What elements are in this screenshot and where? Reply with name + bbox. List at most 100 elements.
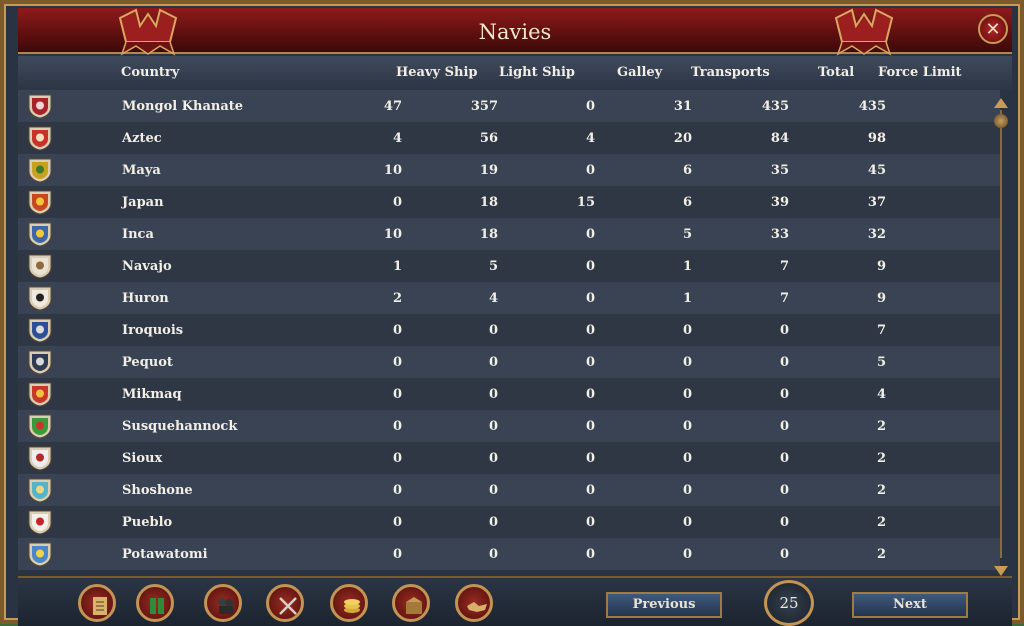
trade-goods-icon (406, 597, 422, 614)
right-banner-ornament (834, 8, 894, 56)
country-shield-icon[interactable] (28, 382, 52, 407)
crossed-swords-button[interactable] (266, 584, 304, 622)
light-ship-cell: 0 (488, 483, 498, 498)
force-limit-cell: 7 (876, 323, 886, 338)
table-row[interactable]: Susquehannock 0 0 0 0 0 2 (18, 410, 1000, 442)
flags-button[interactable] (136, 584, 174, 622)
total-cell: 0 (779, 419, 789, 434)
force-limit-cell: 32 (867, 227, 886, 242)
table-row[interactable]: Mikmaq 0 0 0 0 0 4 (18, 378, 1000, 410)
country-shield-icon[interactable] (28, 286, 52, 311)
table-row[interactable]: Inca 10 18 0 5 33 32 (18, 218, 1000, 250)
table-row[interactable]: Mongol Khanate 47 357 0 31 435 435 (18, 90, 1000, 122)
close-button[interactable]: ✕ (978, 14, 1008, 44)
scroll-thumb[interactable] (994, 114, 1008, 128)
scroll-track[interactable] (1000, 110, 1002, 558)
total-cell: 84 (770, 131, 789, 146)
header-total[interactable]: Total (818, 65, 854, 80)
country-shield-icon[interactable] (28, 414, 52, 439)
header-country[interactable]: Country (121, 65, 179, 80)
navies-table: Mongol Khanate 47 357 0 31 435 435 Aztec 4 56 4 20 8… (18, 90, 1000, 570)
country-shield-icon[interactable] (28, 158, 52, 183)
header-transports[interactable]: Transports (691, 65, 770, 80)
galley-cell: 0 (585, 227, 595, 242)
scrollbar[interactable] (994, 98, 1008, 576)
country-name: Navajo (122, 259, 172, 274)
table-row[interactable]: Sioux 0 0 0 0 0 2 (18, 442, 1000, 474)
light-ship-cell: 0 (488, 355, 498, 370)
country-shield-icon[interactable] (28, 478, 52, 503)
total-cell: 0 (779, 483, 789, 498)
transports-cell: 0 (682, 355, 692, 370)
table-row[interactable]: Aztec 4 56 4 20 84 98 (18, 122, 1000, 154)
force-limit-cell: 45 (867, 163, 886, 178)
country-shield-icon[interactable] (28, 254, 52, 279)
previous-button[interactable]: Previous (606, 592, 722, 618)
galley-cell: 0 (585, 547, 595, 562)
transports-cell: 1 (682, 259, 692, 274)
country-shield-icon[interactable] (28, 94, 52, 119)
country-name: Shoshone (122, 483, 193, 498)
navies-window: Navies ✕ Country Heavy Ship Light Ship G… (0, 0, 1024, 626)
galley-cell: 0 (585, 355, 595, 370)
header-force-limit[interactable]: Force Limit (878, 65, 962, 80)
total-cell: 0 (779, 547, 789, 562)
total-cell: 35 (770, 163, 789, 178)
transports-cell: 0 (682, 483, 692, 498)
table-row[interactable]: Shoshone 0 0 0 0 0 2 (18, 474, 1000, 506)
coins-button[interactable] (330, 584, 368, 622)
transports-cell: 1 (682, 291, 692, 306)
table-row[interactable]: Pueblo 0 0 0 0 0 2 (18, 506, 1000, 538)
country-shield-icon[interactable] (28, 190, 52, 215)
next-button[interactable]: Next (852, 592, 968, 618)
country-shield-icon[interactable] (28, 126, 52, 151)
total-cell: 39 (770, 195, 789, 210)
trade-goods-button[interactable] (392, 584, 430, 622)
light-ship-cell: 4 (488, 291, 498, 306)
galley-cell: 0 (585, 387, 595, 402)
transports-cell: 20 (673, 131, 692, 146)
total-cell: 0 (779, 451, 789, 466)
header-light-ship[interactable]: Light Ship (499, 65, 575, 80)
country-name: Mongol Khanate (122, 99, 244, 114)
force-limit-cell: 435 (858, 99, 886, 114)
header-galley[interactable]: Galley (617, 65, 662, 80)
light-ship-cell: 18 (479, 227, 498, 242)
transports-cell: 5 (682, 227, 692, 242)
country-shield-icon[interactable] (28, 222, 52, 247)
light-ship-cell: 357 (470, 99, 498, 114)
column-header-row: Country Heavy Ship Light Ship Galley Tra… (18, 56, 1012, 90)
transports-cell: 31 (673, 99, 692, 114)
table-row[interactable]: Maya 10 19 0 6 35 45 (18, 154, 1000, 186)
transports-cell: 0 (682, 547, 692, 562)
country-name: Potawatomi (122, 547, 208, 562)
country-shield-icon[interactable] (28, 542, 52, 567)
table-row[interactable]: Potawatomi 0 0 0 0 0 2 (18, 538, 1000, 570)
ledger-button[interactable] (78, 584, 116, 622)
table-row[interactable]: Huron 2 4 0 1 7 9 (18, 282, 1000, 314)
coins-icon (344, 599, 360, 613)
handshake-icon (467, 602, 487, 612)
table-row[interactable]: Iroquois 0 0 0 0 0 7 (18, 314, 1000, 346)
scroll-up-arrow-icon[interactable] (994, 98, 1008, 108)
header-heavy-ship[interactable]: Heavy Ship (396, 65, 477, 80)
transports-cell: 6 (682, 195, 692, 210)
country-shield-icon[interactable] (28, 446, 52, 471)
light-ship-cell: 5 (488, 259, 498, 274)
handshake-button[interactable] (455, 584, 493, 622)
table-row[interactable]: Navajo 1 5 0 1 7 9 (18, 250, 1000, 282)
total-cell: 0 (779, 323, 789, 338)
heavy-ship-cell: 0 (392, 387, 402, 402)
army-icon (218, 598, 233, 614)
country-shield-icon[interactable] (28, 350, 52, 375)
transports-cell: 6 (682, 163, 692, 178)
bottom-toolbar: Previous 25 Next (18, 576, 1012, 626)
table-row[interactable]: Pequot 0 0 0 0 0 5 (18, 346, 1000, 378)
country-shield-icon[interactable] (28, 318, 52, 343)
heavy-ship-cell: 1 (392, 259, 402, 274)
scroll-down-arrow-icon[interactable] (994, 566, 1008, 576)
army-button[interactable] (204, 584, 242, 622)
table-row[interactable]: Japan 0 18 15 6 39 37 (18, 186, 1000, 218)
country-name: Huron (122, 291, 169, 306)
country-shield-icon[interactable] (28, 510, 52, 535)
